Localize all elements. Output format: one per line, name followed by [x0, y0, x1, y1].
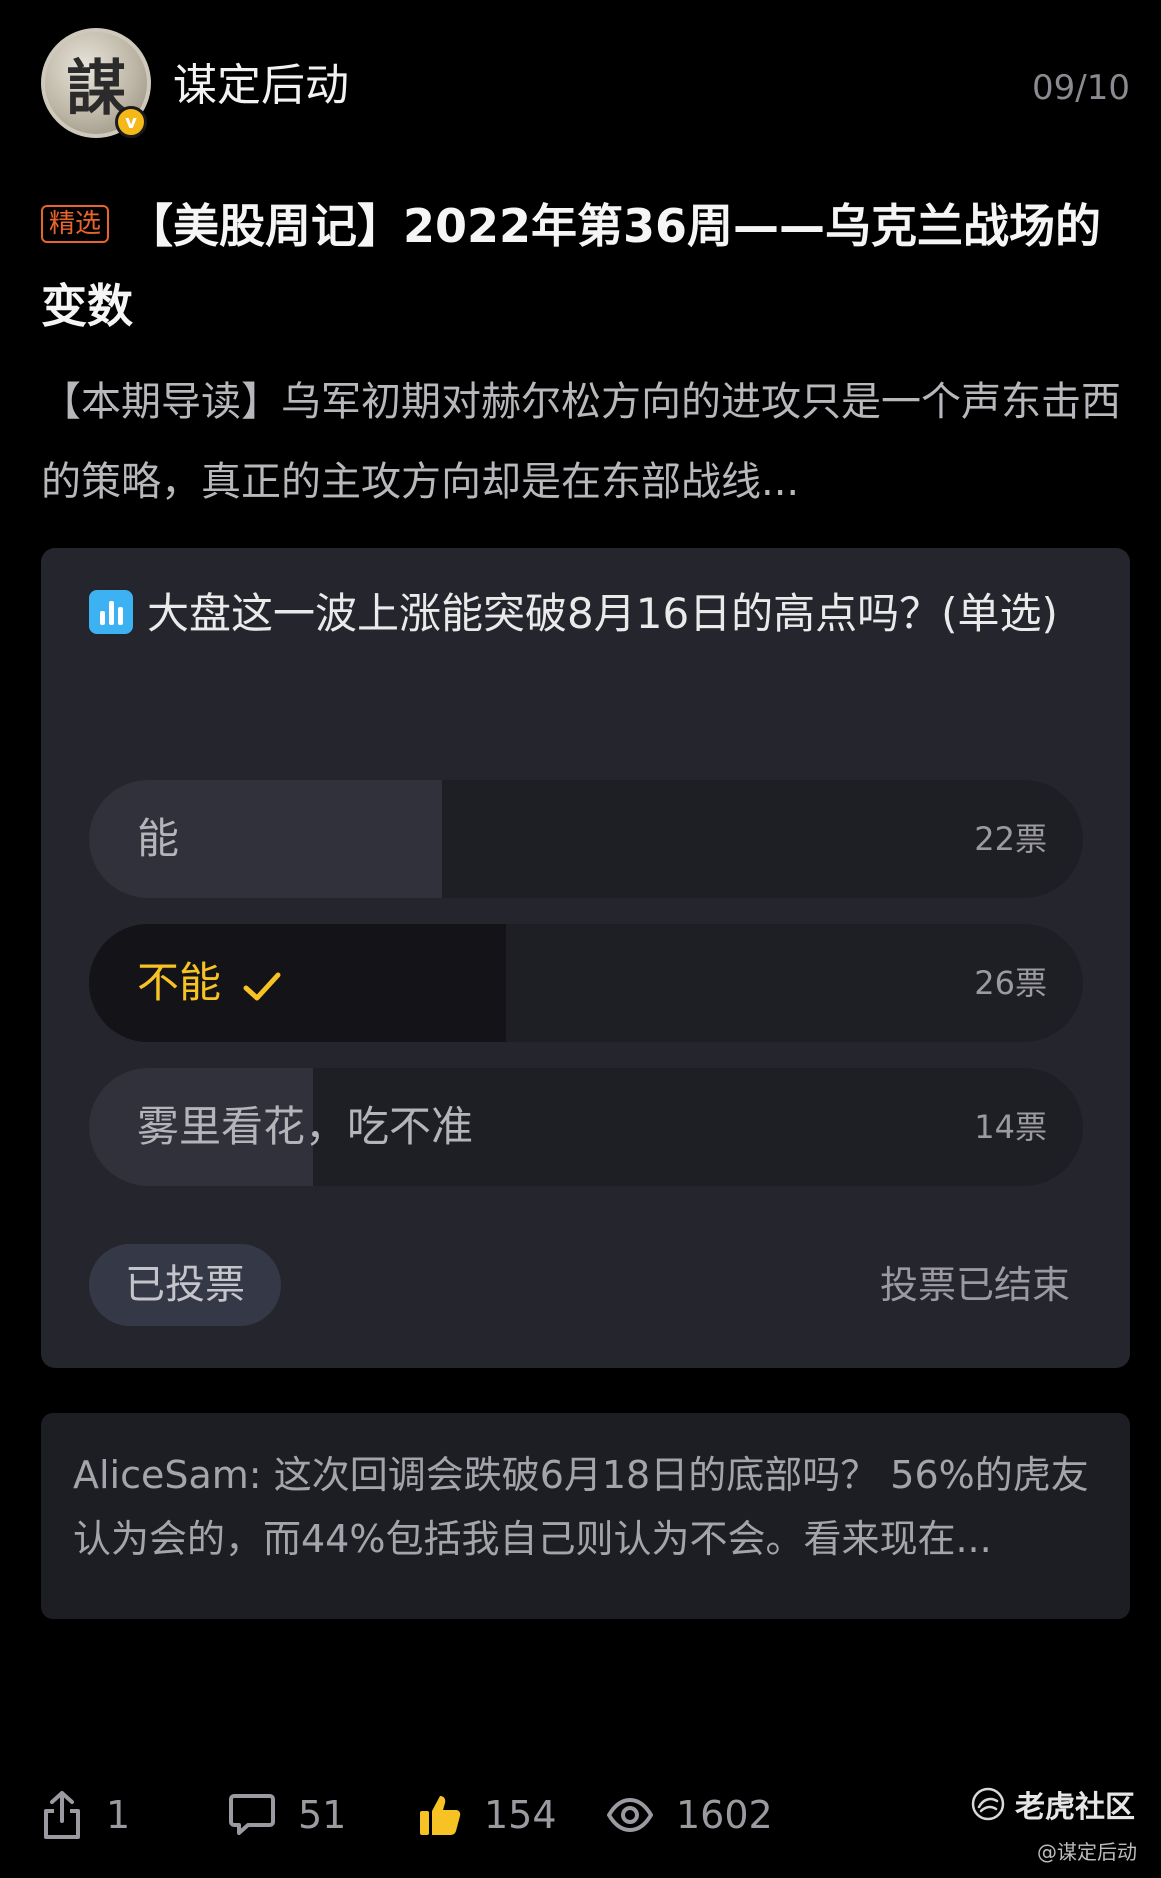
page-indicator: 09/10: [1032, 68, 1130, 108]
verified-badge-icon: v: [115, 106, 147, 138]
brand-name: 老虎社区: [1015, 1790, 1135, 1825]
like-count: 154: [484, 1793, 557, 1837]
poll-option-label-text: 不能: [137, 958, 222, 1007]
poll-question-text: 大盘这一波上涨能突破8月16日的高点吗？(单选): [147, 589, 1058, 638]
post-page: 謀 v 谋定后动 09/10 精选 【美股周记】2022年第36周——乌克兰战场的…: [0, 0, 1161, 1878]
like-stat[interactable]: 154: [418, 1780, 557, 1850]
share-stat[interactable]: 1: [40, 1780, 130, 1850]
poll-option-votes: 14票: [974, 1108, 1047, 1146]
poll-option-label: 雾里看花，吃不准: [137, 1102, 474, 1151]
share-icon: [44, 1791, 80, 1839]
poll-option-label: 不能: [137, 924, 281, 1042]
share-count: 1: [106, 1793, 131, 1837]
view-stat: 1602: [606, 1780, 773, 1850]
eye-icon: [607, 1798, 653, 1832]
post-summary[interactable]: 【本期导读】乌军初期对赫尔松方向的进攻只是一个声东击西的策略，真正的主攻方向却是…: [41, 362, 1131, 522]
poll-option-neng[interactable]: 能 22票: [89, 780, 1083, 898]
poll-option-label: 能: [137, 814, 180, 863]
comment-card[interactable]: AliceSam: 这次回调会跌破6月18日的底部吗？ 56%的虎友认为会的，而…: [41, 1413, 1130, 1619]
brand-username: @谋定后动: [1037, 1840, 1137, 1864]
poll-option-buneng[interactable]: 不能 26票: [89, 924, 1083, 1042]
featured-tag: 精选: [41, 204, 110, 243]
comment-icon: [229, 1794, 275, 1835]
poll-option-unsure[interactable]: 雾里看花，吃不准 14票: [89, 1068, 1083, 1186]
voted-badge: 已投票: [89, 1244, 281, 1326]
author-name[interactable]: 谋定后动: [173, 58, 349, 114]
poll-card: 大盘这一波上涨能突破8月16日的高点吗？(单选) 能 22票 不能 26票 雾里…: [41, 548, 1130, 1368]
comment-count: 51: [298, 1793, 347, 1837]
poll-option-votes: 22票: [974, 820, 1047, 858]
poll-option-votes: 26票: [974, 964, 1047, 1002]
check-icon: [243, 930, 281, 1042]
view-count: 1602: [676, 1793, 773, 1837]
poll-question: 大盘这一波上涨能突破8月16日的高点吗？(单选): [89, 580, 1069, 648]
thumbs-up-icon: [420, 1796, 461, 1835]
post-title-text: 【美股周记】2022年第36周——乌克兰战场的变数: [41, 199, 1102, 333]
post-header: 謀 v 谋定后动 09/10: [41, 28, 1130, 140]
comment-text: AliceSam: 这次回调会跌破6月18日的底部吗？ 56%的虎友认为会的，而…: [73, 1453, 1089, 1561]
bar-chart-icon: [89, 590, 133, 634]
poll-status: 投票已结束: [879, 1263, 1070, 1307]
tiger-logo-icon: [971, 1787, 1005, 1821]
brand-watermark: 老虎社区: [971, 1782, 1135, 1826]
comment-stat[interactable]: 51: [228, 1780, 346, 1850]
post-title[interactable]: 精选 【美股周记】2022年第36周——乌克兰战场的变数: [41, 186, 1131, 346]
